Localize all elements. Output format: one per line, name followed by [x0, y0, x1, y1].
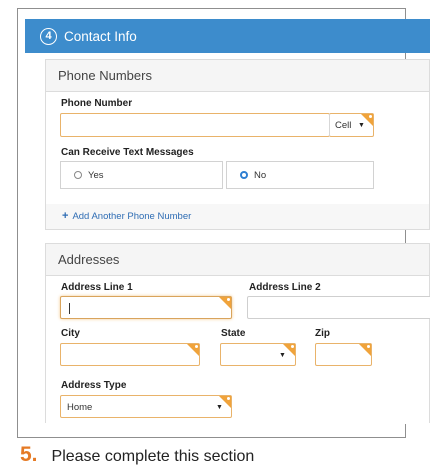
phone-numbers-panel: Phone Numbers Phone Number Cell ▼ Can Re… [45, 59, 430, 230]
required-dot [369, 115, 372, 118]
instruction-caption: 5. Please complete this section [20, 443, 254, 467]
phone-number-label: Phone Number [61, 98, 133, 109]
required-dot [367, 345, 370, 348]
caption-step-number: 5. [20, 443, 38, 466]
zip-label: Zip [315, 328, 330, 339]
caption-text: Please complete this section [51, 448, 255, 465]
panel-heading: Phone Numbers [46, 60, 429, 92]
panel-heading-addresses: Addresses [46, 244, 429, 276]
addresses-panel: Addresses Address Line 1 Address Line 2 … [45, 243, 430, 424]
section-title: Contact Info [64, 28, 137, 44]
phone-type-value: Cell [335, 120, 352, 131]
radio-checked-icon [240, 171, 248, 179]
address-type-select[interactable]: Home ▼ [60, 395, 232, 418]
addresses-panel-body: Address Line 1 Address Line 2 City State… [46, 276, 430, 424]
state-label: State [221, 328, 246, 339]
address-line1-label: Address Line 1 [61, 282, 133, 293]
radio-unchecked-icon [74, 171, 82, 179]
required-dot [291, 345, 294, 348]
address-line2-label: Address Line 2 [249, 282, 321, 293]
address-line2-input[interactable] [247, 296, 430, 319]
phone-number-input[interactable] [60, 113, 330, 137]
required-dot [227, 397, 230, 400]
zip-input[interactable] [315, 343, 372, 366]
section-header: 4 Contact Info [25, 19, 430, 53]
radio-label-yes: Yes [88, 169, 104, 181]
plus-icon: + [62, 210, 69, 222]
address-type-value: Home [67, 402, 93, 413]
state-select[interactable]: ▼ [220, 343, 296, 366]
text-cursor [69, 303, 70, 314]
city-input[interactable] [60, 343, 200, 366]
radio-option-yes[interactable]: Yes [60, 161, 223, 189]
city-label: City [61, 328, 80, 339]
phone-panel-body: Phone Number Cell ▼ Can Receive Text Mes… [46, 92, 429, 204]
radio-option-no[interactable]: No [226, 161, 374, 189]
required-dot [195, 345, 198, 348]
phone-type-select[interactable]: Cell ▼ [329, 113, 374, 137]
address-line1-input[interactable] [60, 296, 232, 319]
add-phone-label: Add Another Phone Number [72, 210, 192, 222]
add-phone-link[interactable]: + Add Another Phone Number [62, 210, 191, 222]
address-type-label: Address Type [61, 380, 127, 391]
radio-label-no: No [254, 169, 267, 181]
step-badge: 4 [40, 27, 57, 45]
text-messages-label: Can Receive Text Messages [61, 147, 194, 158]
required-dot [227, 298, 230, 301]
